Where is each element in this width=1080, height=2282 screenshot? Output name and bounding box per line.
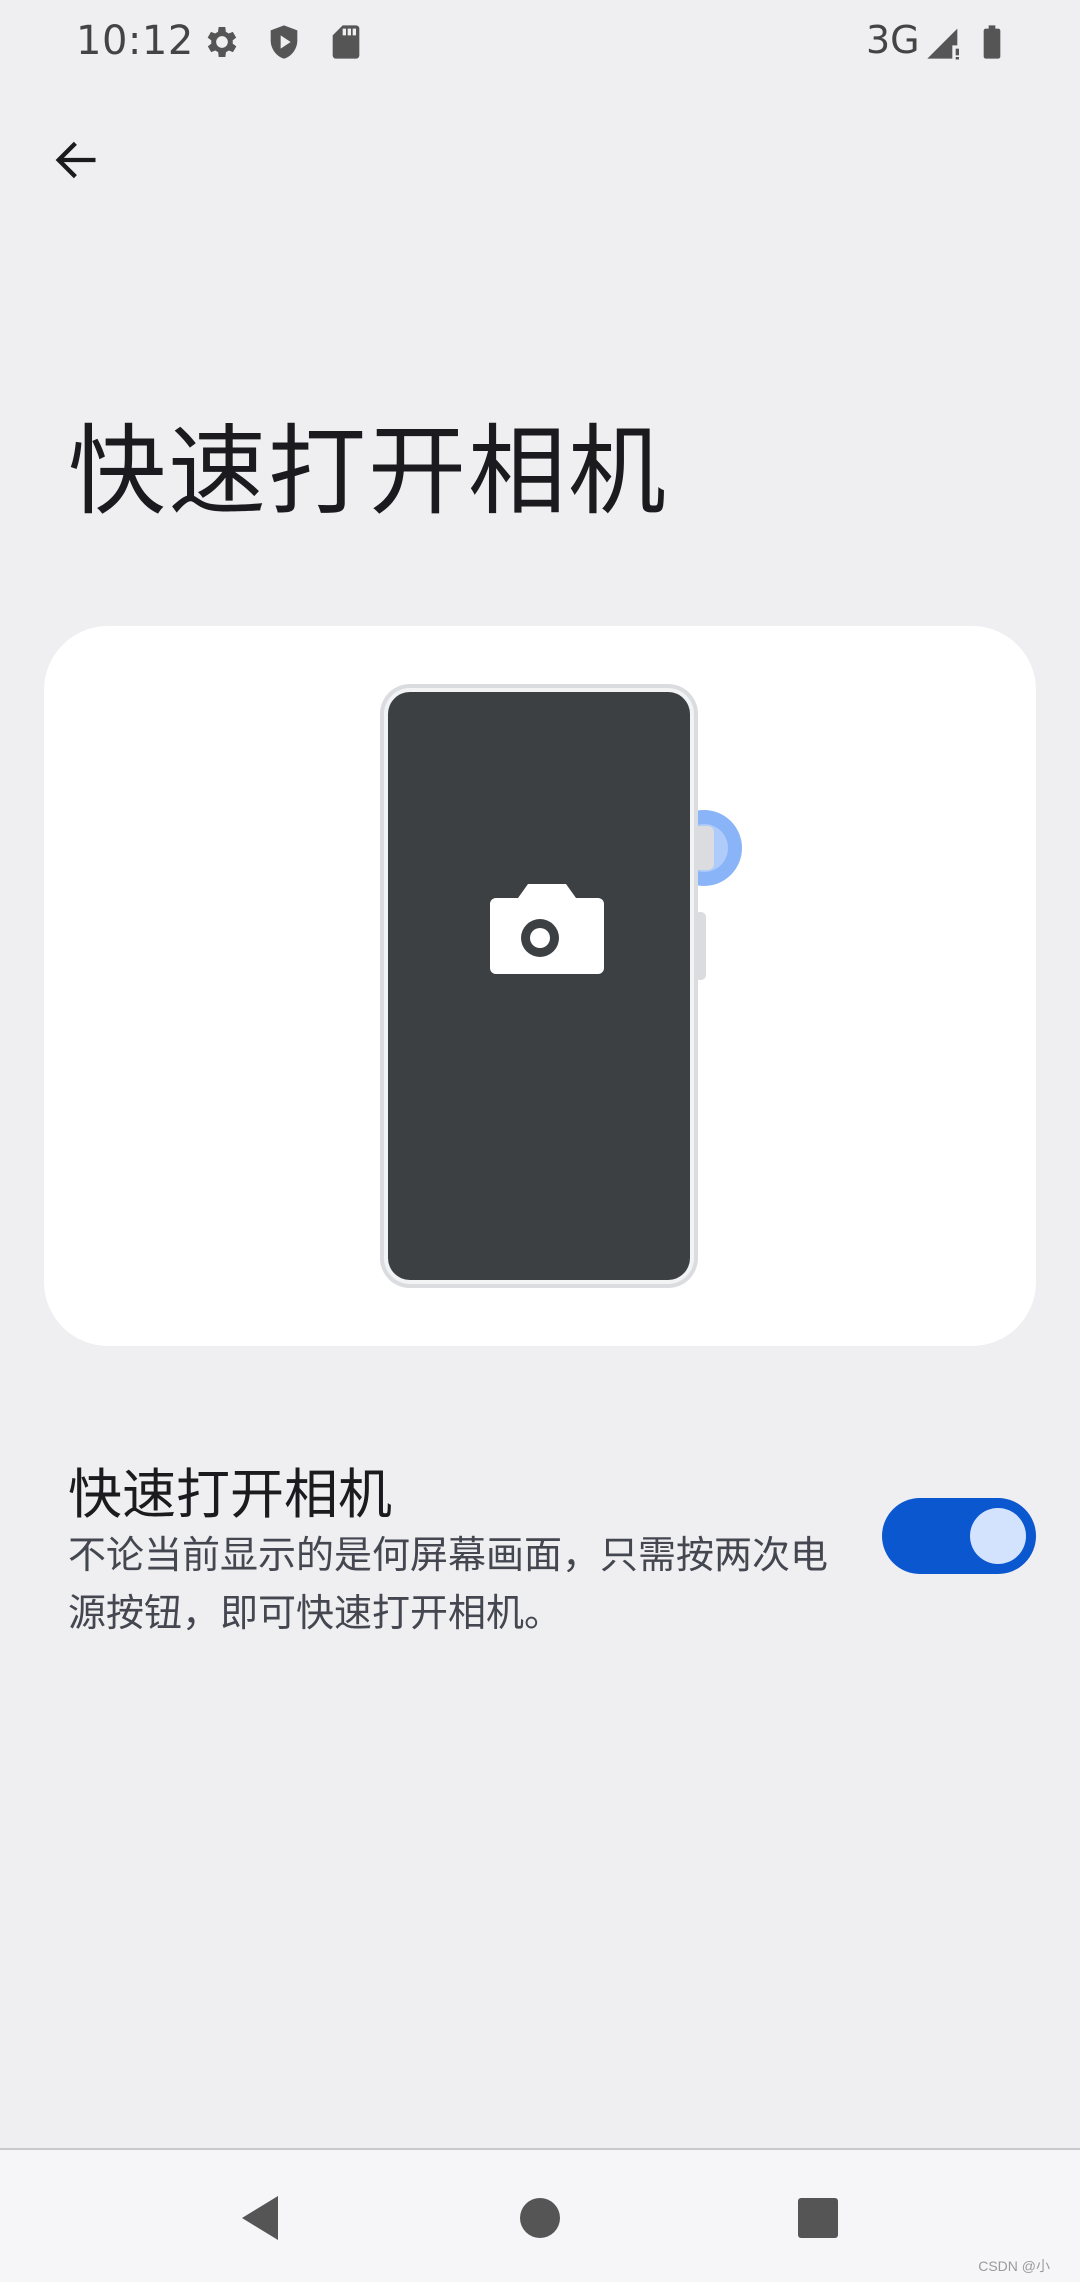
phone-illustration (380, 684, 742, 1288)
shield-icon (270, 25, 298, 59)
signal-icon (927, 28, 959, 60)
nav-home-button[interactable] (510, 2188, 570, 2248)
back-triangle-icon (242, 2196, 278, 2240)
nav-recents-button[interactable] (788, 2188, 848, 2248)
phone-screen (388, 692, 690, 1280)
status-bar: 10:12 3G (0, 0, 1080, 86)
arrow-back-icon (55, 141, 96, 179)
gear-icon (207, 27, 237, 57)
home-circle-icon (520, 2198, 560, 2238)
recents-square-icon (798, 2198, 838, 2238)
network-type: 3G (866, 18, 920, 62)
back-button[interactable] (40, 120, 112, 200)
sd-card-icon (332, 25, 360, 59)
watermark: CSDN @小 (978, 2258, 1050, 2274)
toggle-knob (970, 1508, 1026, 1564)
setting-title: 快速打开相机 (68, 1463, 392, 1526)
setting-description: 不论当前显示的是何屏幕画面，只需按两次电源按钮，即可快速打开相机。 (68, 1533, 829, 1635)
navigation-bar: CSDN @小 (0, 2148, 1080, 2282)
page-title: 快速打开相机 (68, 415, 669, 529)
battery-icon (983, 25, 1001, 59)
illustration-card (44, 626, 1036, 1346)
nav-back-button[interactable] (230, 2188, 290, 2248)
quick-camera-toggle[interactable] (882, 1498, 1036, 1574)
quick-camera-setting-row[interactable]: 快速打开相机 不论当前显示的是何屏幕画面，只需按两次电源按钮，即可快速打开相机。 (0, 1430, 1080, 1635)
status-time: 10:12 (76, 18, 194, 64)
